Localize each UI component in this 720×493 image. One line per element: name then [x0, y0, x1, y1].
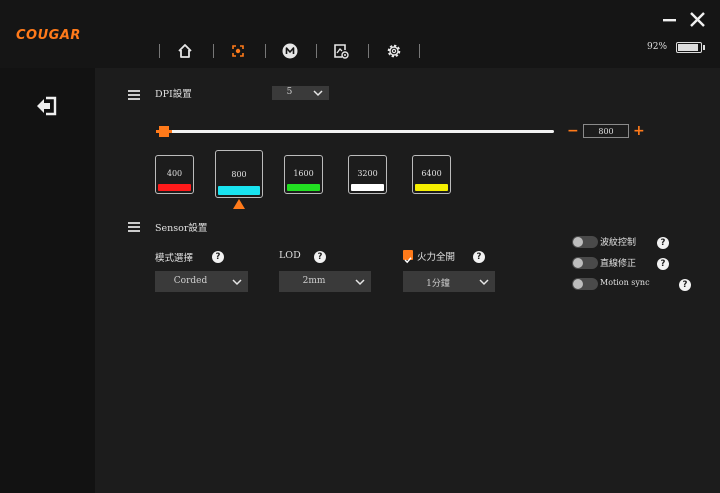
- mode-select-value: Corded: [173, 276, 208, 286]
- dpi-plus-button[interactable]: +: [633, 124, 645, 138]
- dpi-stage-count-select[interactable]: 5: [272, 86, 329, 100]
- dpi-stage-4[interactable]: 3200: [348, 155, 387, 194]
- dpi-stage-value: 3200: [357, 169, 378, 178]
- dpi-stage-value: 800: [231, 170, 247, 179]
- list-icon: [128, 222, 140, 232]
- settings-gear-icon[interactable]: [384, 41, 404, 61]
- help-icon[interactable]: ?: [657, 258, 669, 270]
- ripple-control-toggle[interactable]: [572, 236, 598, 248]
- dpi-stage-3[interactable]: 1600: [284, 155, 323, 194]
- chevron-down-icon: [313, 90, 323, 97]
- mode-select[interactable]: Corded: [155, 271, 248, 292]
- dpi-stage-value: 1600: [293, 169, 314, 178]
- cougar-logo: COUGAR: [16, 28, 81, 43]
- dpi-settings-label: DPI設置: [155, 89, 192, 100]
- title-bar: COUGAR 92%: [0, 0, 720, 68]
- list-icon: [128, 90, 140, 100]
- nav-separator: [265, 44, 266, 58]
- toggle-knob: [573, 279, 583, 289]
- mode-select-label: 模式選擇: [155, 253, 194, 264]
- dpi-stage-value: 400: [166, 169, 183, 178]
- fire-duration-select[interactable]: 1分鐘: [403, 271, 495, 292]
- dpi-minus-button[interactable]: −: [567, 124, 579, 138]
- motion-sync-toggle[interactable]: [572, 278, 598, 290]
- fire-duration-value: 1分鐘: [426, 279, 450, 289]
- angle-snapping-toggle[interactable]: [572, 257, 598, 269]
- nav-separator: [213, 44, 214, 58]
- angle-snapping-label: 直線修正: [600, 259, 637, 269]
- nav-separator: [159, 44, 160, 58]
- dpi-slider-handle[interactable]: [156, 126, 172, 137]
- dpi-stage-color: [287, 184, 320, 191]
- dpi-stage-value: 6400: [421, 169, 442, 178]
- dpi-value-input[interactable]: [583, 124, 629, 138]
- chevron-down-icon: [232, 279, 242, 286]
- nav-separator: [316, 44, 317, 58]
- ripple-control-label: 波紋控制: [600, 238, 637, 248]
- close-icon[interactable]: [688, 10, 708, 30]
- dpi-target-icon[interactable]: [228, 41, 248, 61]
- battery-level: [678, 44, 699, 51]
- battery-percent: 92%: [647, 42, 668, 52]
- toggle-knob: [573, 258, 583, 268]
- help-icon[interactable]: ?: [212, 251, 224, 263]
- lod-select-value: 2mm: [302, 276, 326, 286]
- battery-icon: [676, 42, 702, 53]
- lod-label: LOD: [279, 250, 301, 261]
- motion-sync-label: Motion sync: [600, 278, 650, 287]
- logout-arrow-icon[interactable]: [34, 94, 60, 118]
- chevron-down-icon: [355, 279, 365, 286]
- dpi-stage-2-selected[interactable]: 800: [215, 150, 263, 198]
- selected-stage-indicator: [233, 199, 245, 209]
- chevron-down-icon: [479, 279, 489, 286]
- dpi-stage-color: [415, 184, 448, 191]
- dpi-stage-count-value: 5: [286, 87, 293, 97]
- dpi-stage-5[interactable]: 6400: [412, 155, 451, 194]
- toggle-knob: [573, 237, 583, 247]
- nav-separator: [368, 44, 369, 58]
- sidebar: [0, 68, 95, 493]
- help-icon[interactable]: ?: [657, 237, 669, 249]
- lod-select[interactable]: 2mm: [279, 271, 371, 292]
- home-icon[interactable]: [175, 41, 195, 61]
- dpi-stage-color: [158, 184, 191, 191]
- sensor-settings-label: Sensor設置: [155, 223, 208, 234]
- dpi-stage-1[interactable]: 400: [155, 155, 194, 194]
- profile-settings-icon[interactable]: [331, 41, 351, 61]
- dpi-stage-color: [351, 184, 384, 191]
- help-icon[interactable]: ?: [314, 251, 326, 263]
- dpi-stage-color: [218, 186, 260, 195]
- battery-tip: [703, 45, 705, 50]
- fire-mode-checkbox[interactable]: [403, 250, 413, 264]
- macro-icon[interactable]: [280, 41, 300, 61]
- fire-mode-label: 火力全開: [417, 252, 456, 263]
- help-icon[interactable]: ?: [679, 279, 691, 291]
- help-icon[interactable]: ?: [473, 251, 485, 263]
- minimize-icon[interactable]: [661, 10, 681, 30]
- check-icon: [404, 257, 412, 264]
- dpi-slider-track[interactable]: [160, 130, 554, 133]
- nav-separator: [419, 44, 420, 58]
